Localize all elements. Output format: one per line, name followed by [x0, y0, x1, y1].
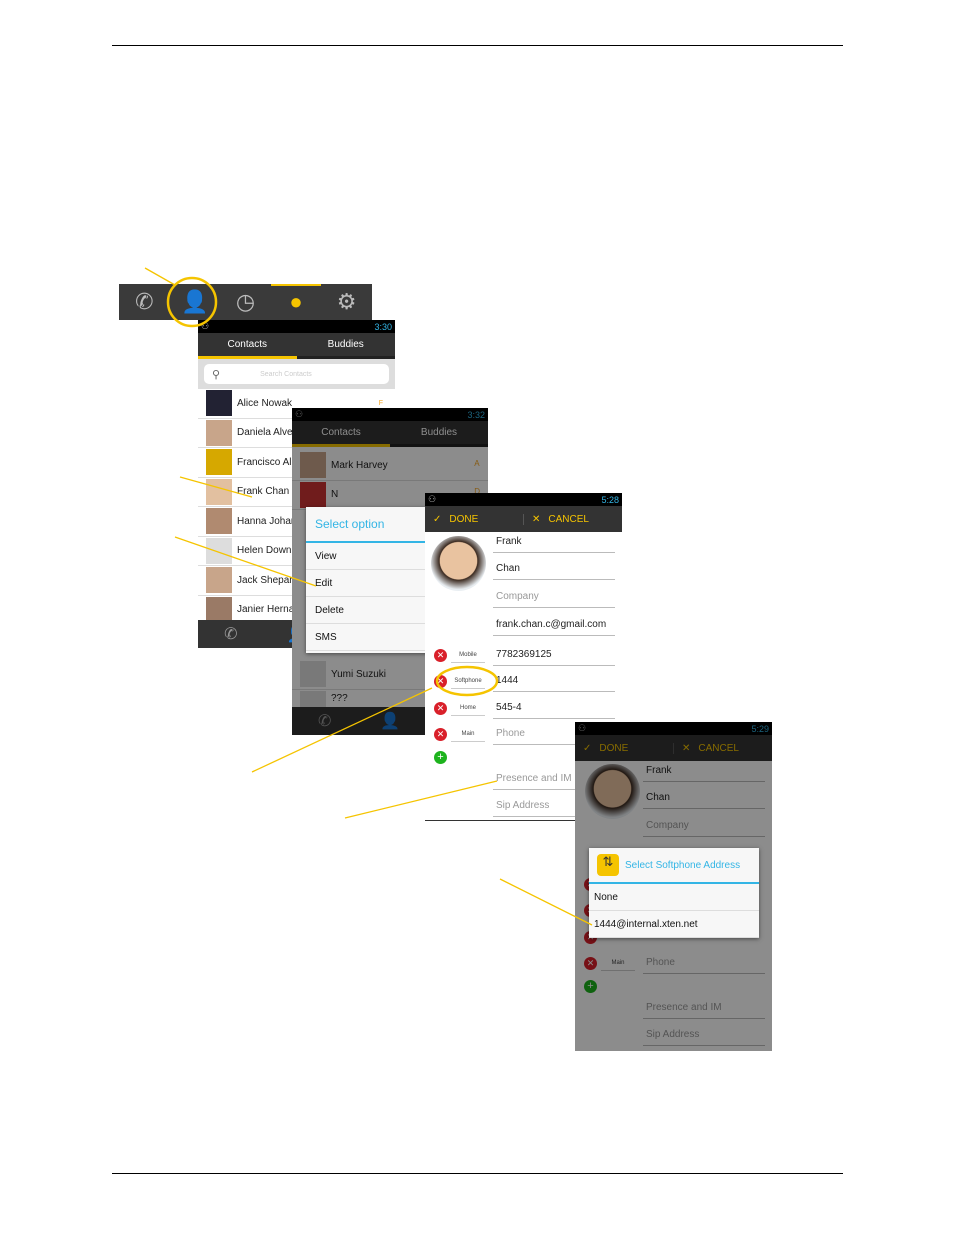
callout-line	[344, 780, 498, 819]
callout-line	[174, 536, 317, 587]
highlight-circle	[166, 276, 218, 328]
callout-line	[499, 878, 593, 926]
callout-line	[179, 476, 253, 498]
callout-overlay	[144, 267, 593, 926]
callout-line	[251, 687, 433, 773]
highlight-circle	[435, 665, 499, 697]
callout-line	[144, 267, 176, 286]
